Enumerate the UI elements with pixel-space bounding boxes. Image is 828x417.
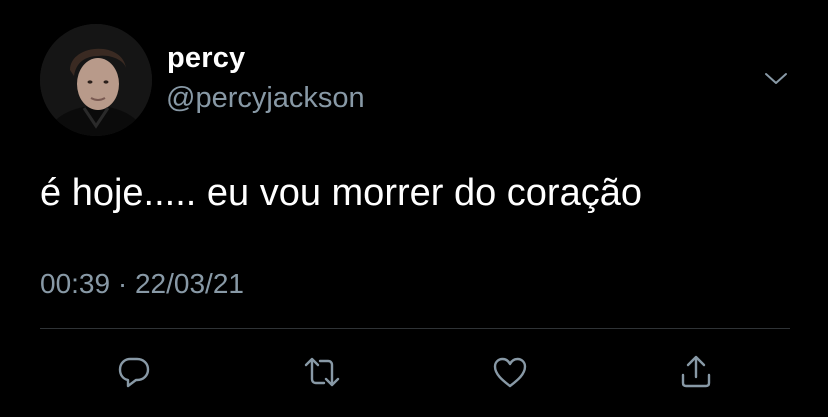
tweet-meta: 00:39 · 22/03/21 bbox=[40, 268, 244, 300]
avatar-image bbox=[40, 24, 152, 136]
chevron-down-icon[interactable] bbox=[762, 64, 790, 92]
tweet: percy @percyjackson é hoje..... eu vou m… bbox=[0, 0, 828, 417]
retweet-button[interactable] bbox=[300, 350, 344, 394]
share-icon bbox=[677, 353, 715, 391]
tweet-date[interactable]: 22/03/21 bbox=[135, 268, 244, 299]
retweet-icon bbox=[301, 353, 343, 391]
meta-separator: · bbox=[117, 268, 128, 299]
display-name[interactable]: percy bbox=[167, 42, 245, 75]
like-button[interactable] bbox=[488, 350, 532, 394]
divider bbox=[40, 328, 790, 329]
heart-icon bbox=[490, 353, 530, 391]
avatar[interactable] bbox=[40, 24, 152, 136]
share-button[interactable] bbox=[674, 350, 718, 394]
tweet-time[interactable]: 00:39 bbox=[40, 268, 110, 299]
tweet-text: é hoje..... eu vou morrer do coração bbox=[40, 172, 642, 214]
reply-button[interactable] bbox=[112, 350, 156, 394]
user-handle[interactable]: @percyjackson bbox=[166, 82, 365, 115]
reply-icon bbox=[115, 353, 153, 391]
